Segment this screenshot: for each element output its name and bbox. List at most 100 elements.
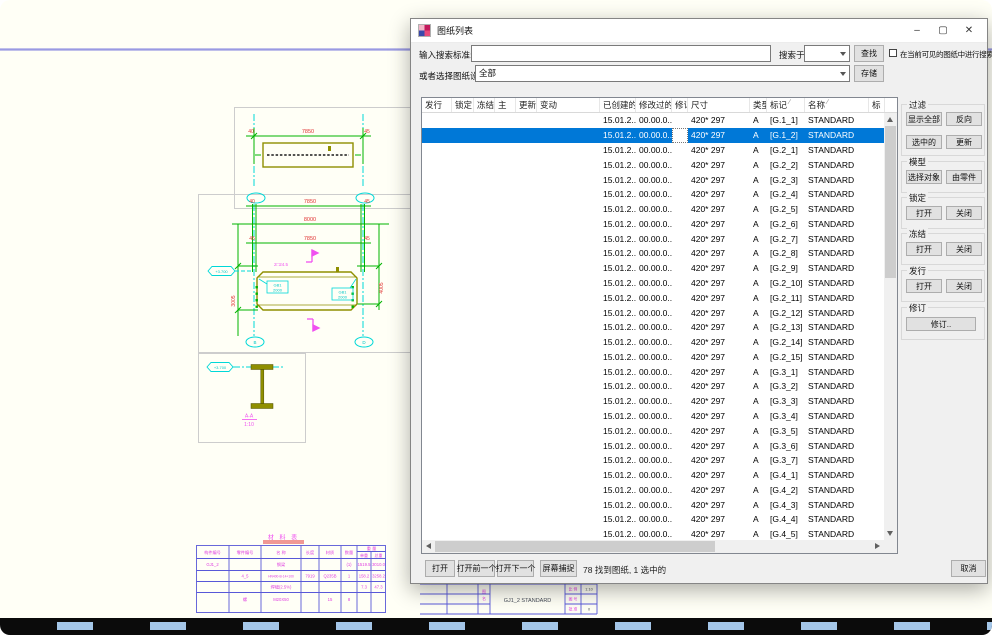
cancel-button[interactable]: 取消 [951,560,986,577]
open-previous-button[interactable]: 打开前一个 [458,560,495,577]
column-header-name[interactable]: 名称∕ [805,98,869,112]
dialog-titlebar[interactable]: 图纸列表 – ▢ ✕ [411,19,987,43]
update-button[interactable]: 更新 [946,135,982,149]
cell-revision [672,202,688,217]
search-visible-checkbox[interactable] [889,49,897,57]
cell-size: 420* 297 [688,246,750,261]
search-input[interactable] [471,45,771,62]
revision-edit-box[interactable] [672,128,688,143]
issue-on-button[interactable]: 打开 [906,279,942,293]
cell-modified: 00.00.0... [636,512,672,527]
title-block-value: 0 [588,608,590,612]
maximize-icon[interactable]: ▢ [932,22,954,40]
cell-modified: 00.00.0... [636,483,672,498]
snapshot-button[interactable]: 屏幕捕捉 [540,560,577,577]
vertical-scroll-thumb[interactable] [885,126,896,278]
column-header-created[interactable]: 已创建的 [600,98,636,112]
table-row[interactable]: 15.01.2...00.00.0...420* 297A[G.1_2]STAN… [422,128,884,143]
vertical-scrollbar[interactable] [884,113,897,540]
column-header-lock[interactable]: 锁定 [452,98,474,112]
cell-size: 420* 297 [688,187,750,202]
table-row[interactable]: 15.01.2...00.00.0...420* 297A[G.2_3]STAN… [422,172,884,187]
column-header-issue[interactable]: 发行 [422,98,452,112]
table-row[interactable]: 15.01.2...00.00.0...420* 297A[G.2_15]STA… [422,350,884,365]
scroll-down-icon[interactable] [887,531,893,536]
search-in-dropdown[interactable] [804,45,850,62]
cell-update [516,423,537,438]
select-objects-button[interactable]: 选择对象 [906,170,942,184]
show-all-button[interactable]: 显示全部 [906,112,942,126]
cell-freeze [474,512,495,527]
open-button[interactable]: 打开 [425,560,455,577]
table-row[interactable]: 15.01.2...00.00.0...420* 297A[G.3_5]STAN… [422,423,884,438]
table-row[interactable]: 15.01.2...00.00.0...420* 297A[G.4_3]STAN… [422,497,884,512]
cell-size: 420* 297 [688,364,750,379]
issue-off-button[interactable]: 关闭 [946,279,982,293]
column-header-modified[interactable]: 修改过的 [636,98,672,112]
table-row[interactable]: 15.01.2...00.00.0...420* 297A[G.2_13]STA… [422,320,884,335]
material-table-cell: M20X50 [273,597,289,602]
table-row[interactable]: 15.01.2...00.00.0...420* 297A[G.2_11]STA… [422,290,884,305]
table-row[interactable]: 15.01.2...00.00.0...420* 297A[G.4_2]STAN… [422,483,884,498]
cell-type: A [750,202,767,217]
table-row[interactable]: 15.01.2...00.00.0...420* 297A[G.3_6]STAN… [422,438,884,453]
column-header-size[interactable]: 尺寸 [688,98,750,112]
cell-revision [672,143,688,158]
table-row[interactable]: 15.01.2...00.00.0...420* 297A[G.1_1]STAN… [422,113,884,128]
table-row[interactable]: 15.01.2...00.00.0...420* 297A[G.2_8]STAN… [422,246,884,261]
table-row[interactable]: 15.01.2...00.00.0...420* 297A[G.2_14]STA… [422,335,884,350]
table-row[interactable]: 15.01.2...00.00.0...420* 297A[G.2_10]STA… [422,276,884,291]
column-header-update[interactable]: 更新 [516,98,537,112]
table-row[interactable]: 15.01.2...00.00.0...420* 297A[G.2_12]STA… [422,305,884,320]
table-row[interactable]: 15.01.2...00.00.0...420* 297A[G.3_4]STAN… [422,409,884,424]
revision-button[interactable]: 修订.. [906,317,976,331]
minimize-icon[interactable]: – [906,22,928,40]
scroll-up-icon[interactable] [887,117,893,122]
cell-update [516,172,537,187]
cell-name: STANDARD [805,202,869,217]
drawing-settings-dropdown[interactable]: 全部 [475,65,850,82]
scroll-right-icon[interactable] [875,543,880,549]
lock-off-button[interactable]: 关闭 [946,206,982,220]
horizontal-scrollbar[interactable] [422,540,884,553]
find-button[interactable]: 查找 [854,45,884,62]
freeze-off-button[interactable]: 关闭 [946,242,982,256]
column-header-mark[interactable]: 标记∕ [767,98,805,112]
cell-type: A [750,305,767,320]
table-row[interactable]: 15.01.2...00.00.0...420* 297A[G.2_6]STAN… [422,216,884,231]
selected-button[interactable]: 选中的 [906,135,942,149]
column-header-revision[interactable]: 修订 [672,98,688,112]
scroll-left-icon[interactable] [426,543,431,549]
save-button[interactable]: 存储 [854,65,884,82]
table-row[interactable]: 15.01.2...00.00.0...420* 297A[G.2_1]STAN… [422,143,884,158]
cell-type: A [750,394,767,409]
elev-dim: 45 [364,199,370,205]
table-row[interactable]: 15.01.2...00.00.0...420* 297A[G.3_7]STAN… [422,453,884,468]
column-header-main[interactable]: 主 [495,98,516,112]
cell-issue [422,157,452,172]
table-row[interactable]: 15.01.2...00.00.0...420* 297A[G.4_1]STAN… [422,468,884,483]
freeze-on-button[interactable]: 打开 [906,242,942,256]
cell-title [869,497,884,512]
table-row[interactable]: 15.01.2...00.00.0...420* 297A[G.2_5]STAN… [422,202,884,217]
horizontal-scroll-thumb[interactable] [435,541,715,552]
by-parts-button[interactable]: 由零件 [946,170,982,184]
lock-on-button[interactable]: 打开 [906,206,942,220]
cell-mark: [G.2_14] [767,335,805,350]
table-row[interactable]: 15.01.2...00.00.0...420* 297A[G.3_2]STAN… [422,379,884,394]
close-icon[interactable]: ✕ [958,22,980,40]
table-row[interactable]: 15.01.2...00.00.0...420* 297A[G.4_4]STAN… [422,512,884,527]
column-header-changes[interactable]: 变动 [537,98,600,112]
table-row[interactable]: 15.01.2...00.00.0...420* 297A[G.4_5]STAN… [422,527,884,540]
column-header-freeze[interactable]: 冻结 [474,98,495,112]
table-row[interactable]: 15.01.2...00.00.0...420* 297A[G.2_9]STAN… [422,261,884,276]
open-next-button[interactable]: 打开下一个 [497,560,534,577]
column-header-title[interactable]: 标 [869,98,885,112]
table-row[interactable]: 15.01.2...00.00.0...420* 297A[G.2_4]STAN… [422,187,884,202]
table-row[interactable]: 15.01.2...00.00.0...420* 297A[G.2_7]STAN… [422,231,884,246]
table-row[interactable]: 15.01.2...00.00.0...420* 297A[G.3_1]STAN… [422,364,884,379]
invert-button[interactable]: 反向 [946,112,982,126]
table-row[interactable]: 15.01.2...00.00.0...420* 297A[G.2_2]STAN… [422,157,884,172]
table-row[interactable]: 15.01.2...00.00.0...420* 297A[G.3_3]STAN… [422,394,884,409]
column-header-type[interactable]: 类型 [750,98,767,112]
